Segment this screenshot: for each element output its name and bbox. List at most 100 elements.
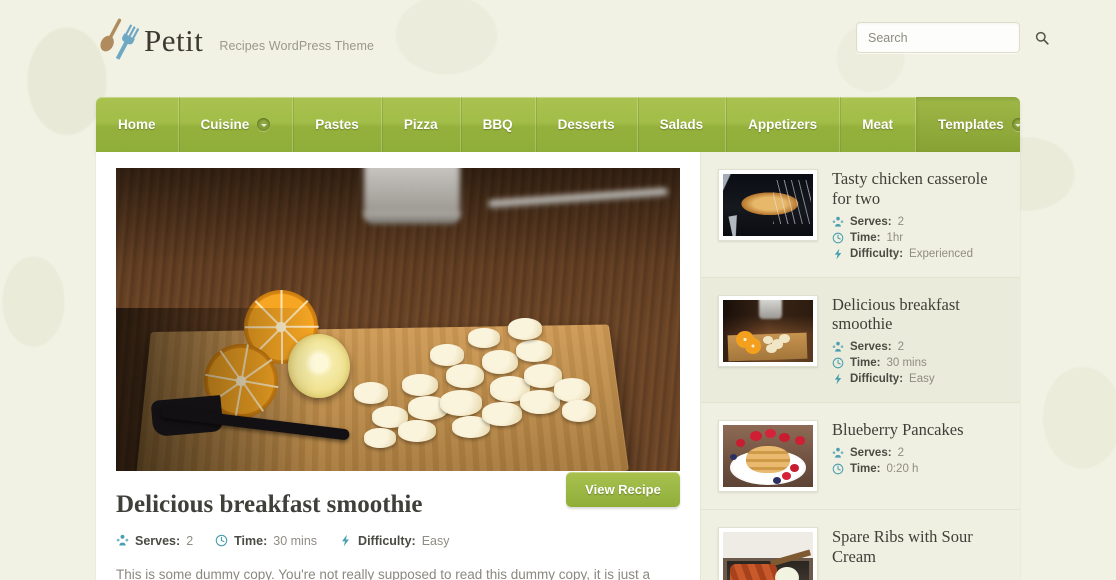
sidebar-meta-item: Serves: 2 — [832, 447, 1004, 459]
meta-value: 1hr — [886, 232, 903, 244]
meta-value: 2 — [186, 534, 193, 548]
clock-icon — [832, 463, 844, 475]
site-header: Petit Recipes WordPress Theme — [0, 0, 1116, 96]
nav-item-appetizers[interactable]: Appetizers — [726, 97, 840, 152]
nav-item-label: Meat — [862, 117, 893, 132]
search-button[interactable] — [1035, 23, 1049, 52]
sidebar-recipe-item[interactable]: Tasty chicken casserole for two Serves: 2… — [701, 152, 1020, 278]
sidebar-meta-item: Time: 30 mins — [832, 357, 1004, 369]
sidebar-recipe-item[interactable]: Blueberry Pancakes Serves: 2 Time: 0:20 h — [701, 403, 1020, 510]
search-box[interactable] — [856, 22, 1020, 53]
meta-value: 0:20 h — [886, 463, 918, 475]
main-content: Delicious breakfast smoothie Serves: 2 Ti… — [96, 152, 700, 580]
nav-item-desserts[interactable]: Desserts — [536, 97, 638, 152]
site-branding[interactable]: Petit Recipes WordPress Theme — [97, 16, 374, 60]
sidebar-recipe-title[interactable]: Blueberry Pancakes — [832, 420, 1004, 440]
meta-value: Easy — [909, 373, 935, 385]
sidebar-recipe-title[interactable]: Delicious breakfast smoothie — [832, 295, 1004, 335]
chevron-down-icon[interactable] — [257, 118, 270, 131]
nav-item-salads[interactable]: Salads — [638, 97, 727, 152]
serves-icon — [116, 534, 129, 547]
sidebar-recipe-body: Spare Ribs with Sour Cream — [832, 527, 1004, 580]
serves-icon — [832, 341, 844, 353]
clock-icon — [215, 534, 228, 547]
meta-value: 2 — [898, 216, 904, 228]
meta-label: Difficulty: — [850, 373, 903, 385]
sidebar-recipe-item[interactable]: Spare Ribs with Sour Cream — [701, 510, 1020, 580]
meta-value: Experienced — [909, 248, 973, 260]
view-recipe-button[interactable]: View Recipe — [566, 472, 680, 507]
search-icon — [1035, 31, 1049, 45]
clock-icon — [832, 357, 844, 369]
meta-label: Serves: — [850, 447, 892, 459]
fork-and-spoon-icon — [97, 16, 139, 60]
meta-label: Serves: — [135, 534, 180, 548]
serves-icon — [832, 447, 844, 459]
clock-icon — [832, 232, 844, 244]
sidebar-meta-item: Serves: 2 — [832, 216, 1004, 228]
meta-value: 30 mins — [273, 534, 317, 548]
nav-item-label: Home — [118, 117, 156, 132]
ribs-thumbnail[interactable] — [718, 527, 818, 580]
sidebar-recipe-title[interactable]: Spare Ribs with Sour Cream — [832, 527, 1004, 567]
meta-label: Time: — [234, 534, 267, 548]
pancakes-thumbnail[interactable] — [718, 420, 818, 492]
nav-item-templates[interactable]: Templates — [916, 97, 1020, 152]
meta-label: Serves: — [850, 341, 892, 353]
meta-value: 30 mins — [886, 357, 926, 369]
serves-icon — [832, 216, 844, 228]
nav-item-label: Pastes — [315, 117, 359, 132]
meta-label: Time: — [850, 232, 880, 244]
sidebar-meta-item: Serves: 2 — [832, 341, 1004, 353]
sidebar-meta-item: Time: 1hr — [832, 232, 1004, 244]
meta-label: Difficulty: — [358, 534, 416, 548]
nav-item-label: BBQ — [483, 117, 513, 132]
nav-item-meat[interactable]: Meat — [840, 97, 916, 152]
nav-item-label: Pizza — [404, 117, 438, 132]
meta-label: Serves: — [850, 216, 892, 228]
sidebar-meta-item: Difficulty: Easy — [832, 373, 1004, 385]
nav-item-pizza[interactable]: Pizza — [382, 97, 461, 152]
page-root: Petit Recipes WordPress Theme Home Cuisin… — [0, 0, 1116, 580]
featured-meta-item: Serves: 2 — [116, 534, 193, 548]
content-shell: Delicious breakfast smoothie Serves: 2 Ti… — [96, 152, 1020, 580]
nav-item-label: Appetizers — [748, 117, 817, 132]
nav-item-label: Desserts — [558, 117, 615, 132]
nav-item-label: Templates — [938, 117, 1004, 132]
nav-item-cuisine[interactable]: Cuisine — [179, 97, 294, 152]
chevron-down-icon[interactable] — [1012, 118, 1020, 131]
nav-item-label: Cuisine — [201, 117, 250, 132]
nav-item-pastes[interactable]: Pastes — [293, 97, 382, 152]
difficulty-icon — [339, 534, 352, 547]
nav-item-home[interactable]: Home — [96, 97, 179, 152]
difficulty-icon — [832, 373, 844, 385]
meta-label: Time: — [850, 357, 880, 369]
sidebar-recipe-body: Delicious breakfast smoothie Serves: 2 Ti… — [832, 295, 1004, 386]
featured-recipe-image[interactable] — [116, 168, 680, 471]
sidebar-meta-item: Time: 0:20 h — [832, 463, 1004, 475]
featured-recipe-excerpt: This is some dummy copy. You're not real… — [116, 565, 672, 580]
sidebar-recipe-title[interactable]: Tasty chicken casserole for two — [832, 169, 1004, 209]
meta-label: Difficulty: — [850, 248, 903, 260]
meta-value: 2 — [898, 341, 904, 353]
meta-value: 2 — [898, 447, 904, 459]
recipes-sidebar: Tasty chicken casserole for two Serves: 2… — [701, 152, 1020, 580]
nav-item-label: Salads — [660, 117, 704, 132]
nav-item-bbq[interactable]: BBQ — [461, 97, 536, 152]
site-logo-text: Petit — [144, 25, 203, 56]
meta-value: Easy — [422, 534, 450, 548]
sidebar-recipe-body: Blueberry Pancakes Serves: 2 Time: 0:20 h — [832, 420, 1004, 492]
sidebar-recipe-body: Tasty chicken casserole for two Serves: 2… — [832, 169, 1004, 260]
meta-label: Time: — [850, 463, 880, 475]
featured-recipe-meta: Serves: 2 Time: 30 mins Difficulty: Easy — [116, 534, 680, 548]
sidebar-recipe-item[interactable]: Delicious breakfast smoothie Serves: 2 Ti… — [701, 278, 1020, 404]
featured-meta-item: Time: 30 mins — [215, 534, 317, 548]
featured-meta-item: Difficulty: Easy — [339, 534, 449, 548]
smoothie-thumbnail[interactable] — [718, 295, 818, 367]
difficulty-icon — [832, 248, 844, 260]
site-tagline: Recipes WordPress Theme — [219, 39, 374, 53]
casserole-thumbnail[interactable] — [718, 169, 818, 241]
sidebar-meta-item: Difficulty: Experienced — [832, 248, 1004, 260]
main-navigation[interactable]: Home Cuisine Pastes Pizza BBQ Desserts Salads A… — [96, 97, 1020, 152]
search-input[interactable] — [857, 31, 1035, 45]
